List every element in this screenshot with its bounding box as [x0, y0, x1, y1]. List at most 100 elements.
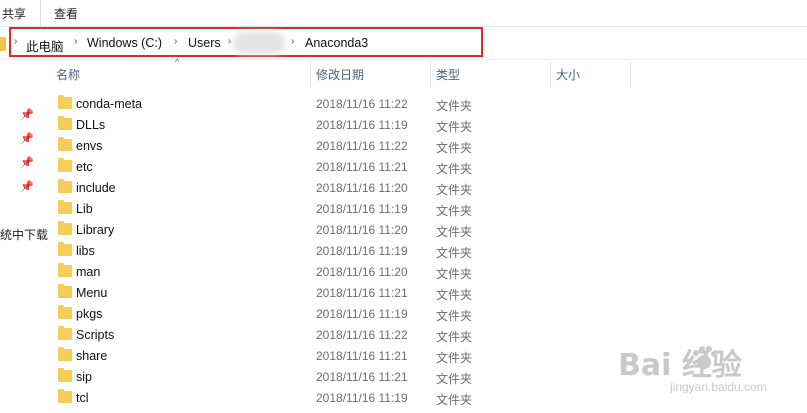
file-date: 2018/11/16 11:21	[316, 160, 408, 174]
folder-icon	[58, 305, 72, 319]
folder-icon	[0, 37, 6, 51]
breadcrumb-users[interactable]: Users	[188, 36, 221, 50]
file-name: pkgs	[76, 307, 103, 321]
folder-icon	[58, 95, 72, 109]
folder-icon	[58, 263, 72, 277]
watermark-url: jingyan.baidu.com	[670, 380, 767, 394]
file-type: 文件夹	[436, 183, 473, 197]
file-date: 2018/11/16 11:20	[316, 223, 408, 237]
list-item[interactable]: man 2018/11/16 11:20 文件夹	[52, 262, 512, 283]
pin-icon[interactable]: 📌	[20, 156, 34, 169]
file-name: sip	[76, 370, 92, 384]
file-date: 2018/11/16 11:19	[316, 307, 408, 321]
file-date: 2018/11/16 11:19	[316, 118, 408, 132]
file-date: 2018/11/16 11:22	[316, 97, 408, 111]
column-divider[interactable]	[630, 62, 631, 88]
file-name: conda-meta	[76, 97, 143, 111]
watermark: Bai 经验 jingyan.baidu.com	[618, 340, 798, 400]
sort-up-icon: ^	[175, 57, 180, 67]
file-date: 2018/11/16 11:21	[316, 370, 408, 384]
file-date: 2018/11/16 11:22	[316, 139, 408, 153]
chevron-right-icon[interactable]: ›	[228, 36, 231, 47]
file-name: tcl	[76, 391, 89, 405]
folder-icon	[58, 137, 72, 151]
watermark-logo-text: Bai 经验	[618, 348, 742, 383]
folder-icon	[58, 389, 72, 403]
file-name: man	[76, 265, 101, 279]
column-header-size[interactable]: 大小	[556, 66, 580, 83]
list-item[interactable]: Library 2018/11/16 11:20 文件夹	[52, 220, 512, 241]
pin-icon[interactable]: 📌	[20, 132, 34, 145]
list-item[interactable]: envs 2018/11/16 11:22 文件夹	[52, 136, 512, 157]
file-date: 2018/11/16 11:21	[316, 349, 408, 363]
folder-icon	[58, 368, 72, 382]
file-type: 文件夹	[436, 267, 473, 281]
list-item[interactable]: Lib 2018/11/16 11:19 文件夹	[52, 199, 512, 220]
file-name: DLLs	[76, 118, 106, 132]
column-header-date[interactable]: 修改日期	[316, 66, 364, 83]
breadcrumb-this-pc[interactable]: 此电脑	[26, 36, 64, 55]
breadcrumb-anaconda3[interactable]: Anaconda3	[305, 36, 368, 50]
folder-icon	[58, 284, 72, 298]
file-type: 文件夹	[436, 225, 473, 239]
list-item[interactable]: tcl 2018/11/16 11:19 文件夹	[52, 388, 512, 409]
file-type: 文件夹	[436, 351, 473, 365]
folder-icon	[58, 221, 72, 235]
list-item[interactable]: DLLs 2018/11/16 11:19 文件夹	[52, 115, 512, 136]
list-item[interactable]: sip 2018/11/16 11:21 文件夹	[52, 367, 512, 388]
tab-share[interactable]: 共享	[2, 5, 26, 22]
file-date: 2018/11/16 11:19	[316, 202, 408, 216]
file-type: 文件夹	[436, 141, 473, 155]
file-name: Lib	[76, 202, 93, 216]
list-item[interactable]: Menu 2018/11/16 11:21 文件夹	[52, 283, 512, 304]
file-type: 文件夹	[436, 288, 473, 302]
file-name: Menu	[76, 286, 108, 300]
redacted-username	[233, 32, 285, 54]
list-item[interactable]: pkgs 2018/11/16 11:19 文件夹	[52, 304, 512, 325]
file-name: Library	[76, 223, 115, 237]
list-item[interactable]: include 2018/11/16 11:20 文件夹	[52, 178, 512, 199]
list-item[interactable]: Scripts 2018/11/16 11:22 文件夹	[52, 325, 512, 346]
chevron-right-icon[interactable]: ›	[74, 36, 77, 47]
file-date: 2018/11/16 11:19	[316, 391, 408, 405]
folder-icon	[58, 242, 72, 256]
file-type: 文件夹	[436, 162, 473, 176]
column-divider[interactable]	[430, 62, 431, 88]
chevron-right-icon[interactable]: ›	[174, 36, 177, 47]
list-item[interactable]: conda-meta 2018/11/16 11:22 文件夹	[52, 94, 512, 115]
folder-icon	[58, 200, 72, 214]
file-type: 文件夹	[436, 204, 473, 218]
chevron-right-icon[interactable]: ›	[291, 36, 294, 47]
address-bar[interactable]: › 此电脑 › Windows (C:) › Users › › Anacond…	[0, 27, 807, 60]
file-name: include	[76, 181, 116, 195]
chevron-right-icon[interactable]: ›	[14, 36, 17, 47]
paw-icon	[693, 346, 717, 369]
file-name: libs	[76, 244, 95, 258]
nav-item-partial[interactable]: 统中下载	[0, 226, 48, 243]
list-item[interactable]: share 2018/11/16 11:21 文件夹	[52, 346, 512, 367]
breadcrumb-windows-c[interactable]: Windows (C:)	[87, 36, 162, 50]
column-divider[interactable]	[550, 62, 551, 88]
folder-icon	[58, 158, 72, 172]
file-type: 文件夹	[436, 393, 473, 407]
column-divider[interactable]	[310, 62, 311, 88]
tab-view[interactable]: 查看	[54, 5, 78, 22]
pin-icon[interactable]: 📌	[20, 180, 34, 193]
file-name: Scripts	[76, 328, 115, 342]
list-item[interactable]: libs 2018/11/16 11:19 文件夹	[52, 241, 512, 262]
navigation-pane: 📌 📌 📌 📌 统中下载	[0, 88, 48, 413]
column-header-name[interactable]: 名称	[56, 66, 80, 83]
file-type: 文件夹	[436, 246, 473, 260]
file-name: envs	[76, 139, 103, 153]
folder-icon	[58, 326, 72, 340]
file-date: 2018/11/16 11:21	[316, 286, 408, 300]
column-header-type[interactable]: 类型	[436, 66, 460, 83]
file-name: share	[76, 349, 108, 363]
file-date: 2018/11/16 11:20	[316, 181, 408, 195]
file-type: 文件夹	[436, 330, 473, 344]
list-item[interactable]: etc 2018/11/16 11:21 文件夹	[52, 157, 512, 178]
folder-icon	[58, 116, 72, 130]
pin-icon[interactable]: 📌	[20, 108, 34, 121]
folder-icon	[58, 347, 72, 361]
file-date: 2018/11/16 11:20	[316, 265, 408, 279]
